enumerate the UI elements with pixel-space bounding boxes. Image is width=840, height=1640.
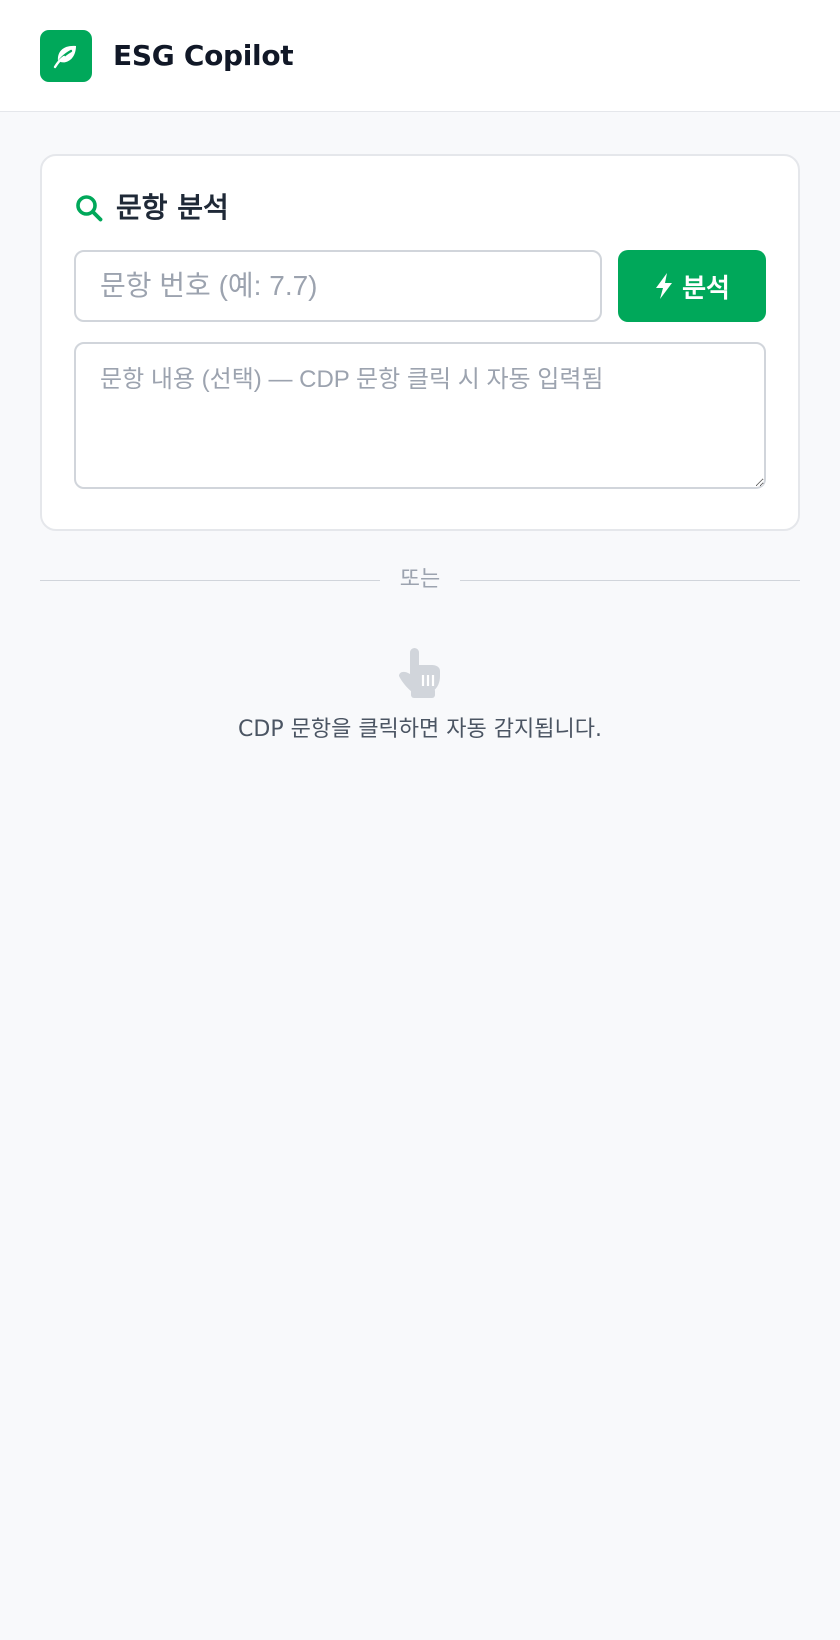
pointing-hand-icon — [396, 644, 444, 700]
card-header: 문항 분석 — [74, 188, 229, 228]
question-analysis-card: 문항 분석 분석 — [40, 154, 800, 531]
auto-detect-hint: CDP 문항을 클릭하면 자동 감지됩니다. — [238, 717, 602, 742]
divider-line-left — [40, 580, 380, 581]
analyze-button[interactable]: 분석 — [618, 250, 766, 322]
lightning-icon — [656, 273, 673, 299]
search-icon — [76, 195, 103, 222]
card-title: 문항 분석 — [116, 191, 229, 224]
app-title: ESG Copilot — [113, 39, 294, 72]
question-number-input[interactable] — [74, 250, 602, 322]
question-content-textarea[interactable] — [74, 342, 766, 489]
analyze-button-label: 분석 — [682, 273, 730, 304]
or-divider: 또는 — [40, 564, 800, 596]
leaf-icon — [40, 30, 92, 82]
app-header: ESG Copilot — [0, 0, 840, 112]
divider-label: 또는 — [399, 567, 441, 592]
divider-line-right — [460, 580, 800, 581]
